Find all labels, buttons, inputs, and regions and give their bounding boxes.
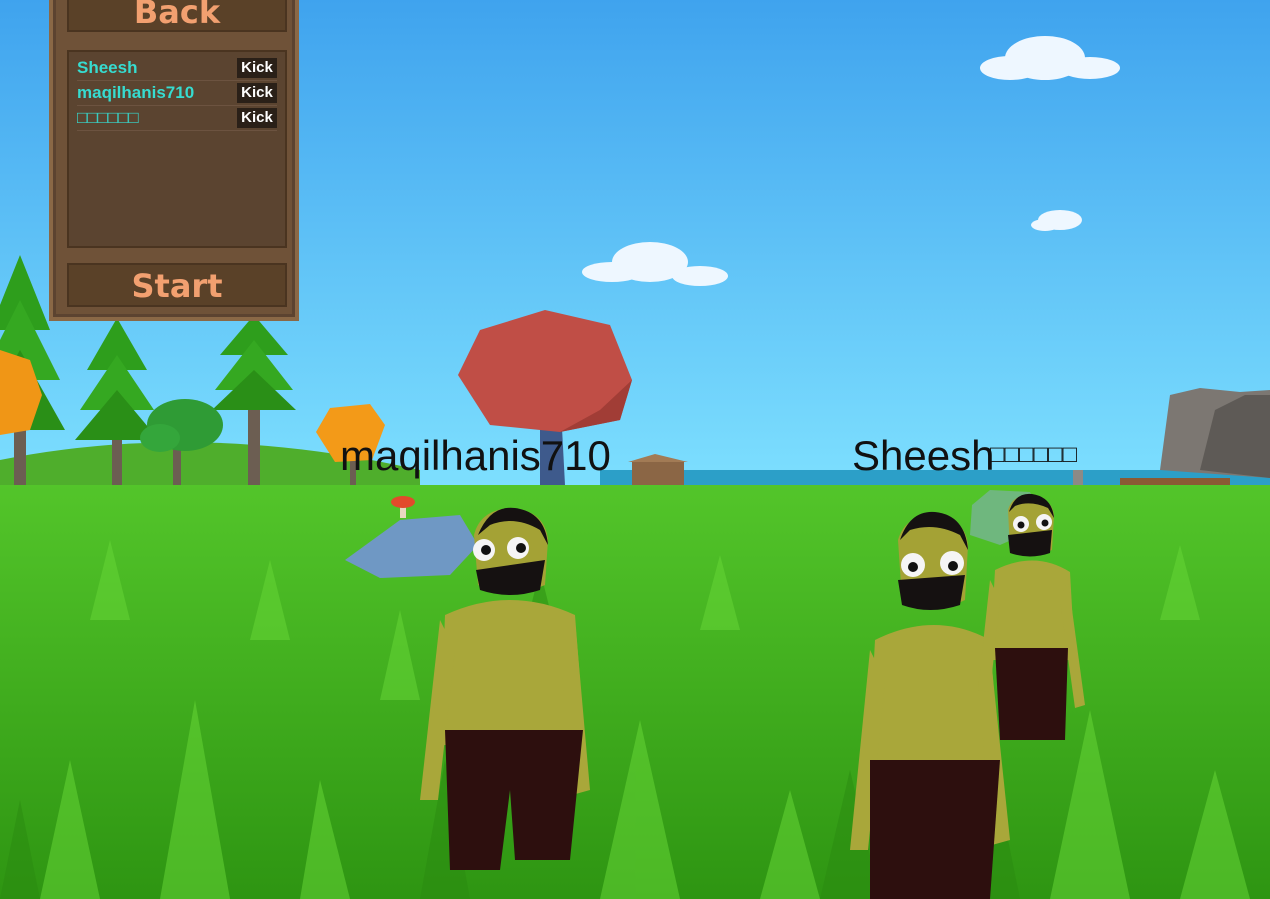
- lobby-panel: Back Sheesh Kick maqilhanis710 Kick □□□□…: [49, 0, 299, 321]
- player-list: Sheesh Kick maqilhanis710 Kick □□□□□□ Ki…: [67, 50, 287, 248]
- nametag-maqilhanis710: maqilhanis710: [340, 432, 611, 479]
- player-name: □□□□□□: [77, 108, 139, 127]
- back-button[interactable]: Back: [67, 0, 287, 32]
- kick-button[interactable]: Kick: [237, 108, 277, 128]
- player-row: maqilhanis710 Kick: [77, 81, 277, 106]
- player-row: Sheesh Kick: [77, 56, 277, 81]
- nametag-unknown-player: □□□□□□: [990, 441, 1077, 468]
- player-name: Sheesh: [77, 58, 138, 77]
- kick-button[interactable]: Kick: [237, 58, 277, 78]
- nametag-sheesh: Sheesh: [852, 432, 995, 479]
- kick-button[interactable]: Kick: [237, 83, 277, 103]
- start-button[interactable]: Start: [67, 263, 287, 307]
- player-name: maqilhanis710: [77, 83, 195, 102]
- player-row: □□□□□□ Kick: [77, 106, 277, 131]
